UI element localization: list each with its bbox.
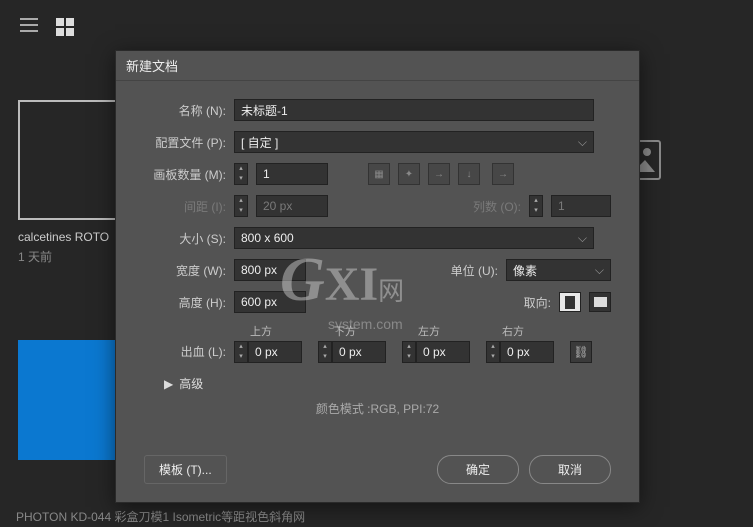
bleed-bottom-label: 下方: [318, 323, 386, 339]
spinner[interactable]: ▴▾: [234, 163, 248, 185]
artboards-input[interactable]: [256, 163, 328, 185]
name-label: 名称 (N):: [144, 102, 226, 119]
portrait-icon[interactable]: [559, 292, 581, 312]
spacing-input: [256, 195, 328, 217]
size-select[interactable]: 800 x 600 ⌵: [234, 227, 594, 249]
bleed-bottom-input[interactable]: [332, 341, 386, 363]
spinner[interactable]: ▴▾: [318, 341, 332, 363]
bleed-top-input[interactable]: [248, 341, 302, 363]
width-input[interactable]: [234, 259, 306, 281]
name-input[interactable]: [234, 99, 594, 121]
size-label: 大小 (S):: [144, 230, 226, 247]
spinner: ▴▾: [234, 195, 248, 217]
height-label: 高度 (H):: [144, 294, 226, 311]
cols-input: [551, 195, 611, 217]
arrow-ltr-icon[interactable]: →: [492, 163, 514, 185]
grid-row-icon[interactable]: ▦: [368, 163, 390, 185]
bleed-top-label: 上方: [234, 323, 302, 339]
dialog-title: 新建文档: [116, 51, 639, 81]
profile-select[interactable]: [ 自定 ] ⌵: [234, 131, 594, 153]
bleed-label: 出血 (L):: [144, 343, 226, 363]
chevron-down-icon: ⌵: [578, 135, 587, 150]
bleed-left-label: 左方: [402, 323, 470, 339]
hamburger-icon[interactable]: [20, 18, 38, 36]
arrow-right-icon[interactable]: →: [428, 163, 450, 185]
arrow-down-icon[interactable]: ↓: [458, 163, 480, 185]
bleed-left-input[interactable]: [416, 341, 470, 363]
topbar: [0, 0, 753, 54]
artboards-label: 画板数量 (M):: [144, 166, 226, 183]
width-label: 宽度 (W):: [144, 262, 226, 279]
grid-view-icon[interactable]: [56, 18, 74, 36]
new-document-dialog: 新建文档 名称 (N): 配置文件 (P): [ 自定 ] ⌵ 画板数量 (M)…: [115, 50, 640, 503]
bleed-right-input[interactable]: [500, 341, 554, 363]
template-button[interactable]: 模板 (T)...: [144, 455, 227, 484]
advanced-toggle[interactable]: ▶ 高级: [164, 375, 611, 392]
cols-label: 列数 (O):: [473, 198, 521, 215]
profile-label: 配置文件 (P):: [144, 134, 226, 151]
triangle-right-icon: ▶: [164, 377, 173, 391]
spinner: ▴▾: [529, 195, 543, 217]
spinner[interactable]: ▴▾: [402, 341, 416, 363]
bottom-labels: PHOTON KD-044 彩盒刀模1 Isometric等距视色斜角网: [16, 508, 305, 525]
spacing-label: 间距 (I):: [144, 198, 226, 215]
units-label: 单位 (U):: [451, 262, 498, 279]
link-icon[interactable]: ⛓: [570, 341, 592, 363]
bleed-right-label: 右方: [486, 323, 554, 339]
chevron-down-icon: ⌵: [595, 263, 604, 278]
ok-button[interactable]: 确定: [437, 455, 519, 484]
color-mode-text: 颜色模式 :RGB, PPI:72: [144, 400, 611, 417]
spinner[interactable]: ▴▾: [234, 341, 248, 363]
cancel-button[interactable]: 取消: [529, 455, 611, 484]
orient-label: 取向:: [524, 294, 551, 311]
units-select[interactable]: 像素 ⌵: [506, 259, 611, 281]
arrange-icon[interactable]: ✦: [398, 163, 420, 185]
spinner[interactable]: ▴▾: [486, 341, 500, 363]
landscape-icon[interactable]: [589, 292, 611, 312]
height-input[interactable]: [234, 291, 306, 313]
chevron-down-icon: ⌵: [578, 231, 587, 246]
